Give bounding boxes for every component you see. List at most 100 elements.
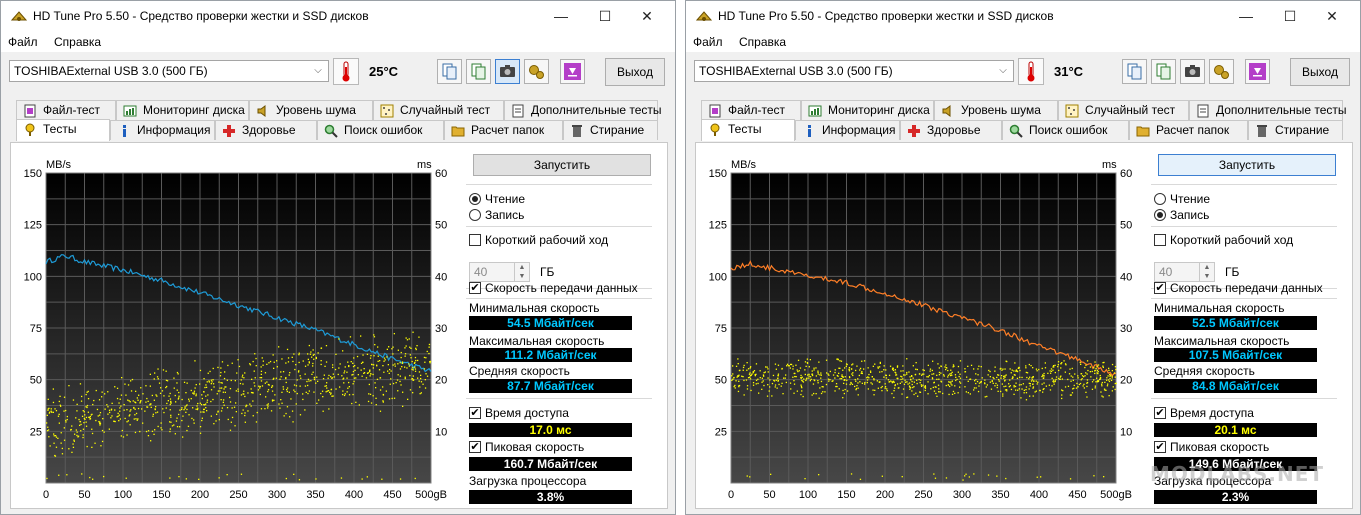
menu-help[interactable]: Справка	[54, 35, 101, 49]
access-time-point	[298, 354, 300, 356]
transfer-rate-checkbox[interactable]: ✔	[1154, 282, 1166, 294]
save-button[interactable]	[1245, 59, 1270, 84]
burst-rate-checkbox[interactable]: ✔	[1154, 441, 1166, 453]
maximize-button[interactable]: ☐	[1268, 5, 1312, 27]
tab-extra-tests[interactable]: Дополнительные тесты	[1189, 100, 1346, 120]
access-time-point	[927, 381, 929, 383]
short-stroke-spinner[interactable]: 40 ▲ ▼	[1154, 262, 1215, 282]
tab-disk-monitor[interactable]: Мониторинг диска	[116, 100, 249, 120]
access-time-point	[861, 382, 863, 384]
access-time-point	[117, 415, 119, 417]
access-time-point	[151, 394, 153, 397]
burst-rate-checkbox[interactable]: ✔	[469, 441, 481, 453]
access-time-point	[176, 426, 179, 428]
maximize-button[interactable]: ☐	[583, 5, 627, 27]
tab-file-test[interactable]: Файл-тест	[701, 100, 801, 120]
tab-extra-tests[interactable]: Дополнительные тесты	[504, 100, 661, 120]
spinner-arrows-icon[interactable]: ▲ ▼	[514, 263, 529, 281]
access-time-point	[125, 477, 127, 479]
access-time-point	[1091, 388, 1094, 390]
access-time-point	[1057, 377, 1060, 380]
access-time-point	[1115, 382, 1117, 384]
save-button[interactable]	[560, 59, 585, 84]
options-button[interactable]	[524, 59, 549, 84]
thermometer-button[interactable]	[333, 58, 359, 85]
tab-noise-level[interactable]: Уровень шума	[249, 100, 373, 120]
access-time-point	[885, 369, 887, 371]
copy-all-button[interactable]	[466, 59, 491, 84]
screenshot-button[interactable]	[1180, 59, 1205, 84]
cpu-usage-label: Загрузка процессора	[469, 474, 587, 488]
tab-erase[interactable]: Стирание	[1248, 120, 1343, 140]
tab-benchmark[interactable]: Тесты	[16, 119, 110, 141]
access-time-point	[169, 428, 171, 430]
access-time-point	[804, 373, 806, 376]
title-bar[interactable]: HD Tune Pro 5.50 - Средство проверки жес…	[686, 1, 1360, 32]
minimize-button[interactable]: —	[1224, 5, 1268, 27]
menu-help[interactable]: Справка	[739, 35, 786, 49]
access-time-point	[53, 442, 55, 444]
minimize-button[interactable]: —	[539, 5, 583, 27]
start-button[interactable]: Запустить	[1158, 154, 1336, 176]
access-time-point	[940, 380, 942, 382]
short-stroke-checkbox[interactable]	[469, 234, 481, 246]
menu-file[interactable]: Файл	[8, 35, 38, 49]
tab-noise-level[interactable]: Уровень шума	[934, 100, 1058, 120]
access-time-point	[851, 364, 853, 366]
access-time-point	[750, 366, 752, 368]
access-time-point	[923, 373, 925, 375]
read-radio[interactable]	[1154, 193, 1166, 205]
tab-info[interactable]: Информация	[795, 120, 900, 140]
access-time-point	[965, 473, 967, 475]
drive-select[interactable]: TOSHIBAExternal USB 3.0 (500 ГБ) ⌵	[694, 60, 1014, 82]
tab-health[interactable]: Здоровье	[900, 120, 1002, 140]
close-button[interactable]: ✕	[1310, 5, 1354, 27]
spinner-arrows-icon[interactable]: ▲ ▼	[1199, 263, 1214, 281]
access-time-checkbox[interactable]: ✔	[1154, 407, 1166, 419]
tab-random-access[interactable]: Случайный тест	[1058, 100, 1189, 120]
tab-file-test[interactable]: Файл-тест	[16, 100, 116, 120]
tab-info[interactable]: Информация	[110, 120, 215, 140]
start-button[interactable]: Запустить	[473, 154, 651, 176]
options-button[interactable]	[1209, 59, 1234, 84]
write-radio[interactable]	[1154, 209, 1166, 221]
max-speed-value: 111.2 Мбайт/сек	[469, 348, 632, 362]
access-time-point	[1064, 371, 1066, 373]
copy-all-button[interactable]	[1151, 59, 1176, 84]
screenshot-button[interactable]	[495, 59, 520, 84]
short-stroke-spinner[interactable]: 40 ▲ ▼	[469, 262, 530, 282]
access-time-checkbox[interactable]: ✔	[469, 407, 481, 419]
write-radio[interactable]	[469, 209, 481, 221]
tab-benchmark[interactable]: Тесты	[701, 119, 795, 141]
access-time-point	[374, 382, 376, 384]
menu-file[interactable]: Файл	[693, 35, 723, 49]
copy-info-button[interactable]	[437, 59, 462, 84]
access-time-point	[379, 389, 382, 391]
tab-folder-usage[interactable]: Расчет папок	[1129, 120, 1248, 140]
access-time-point	[1094, 387, 1096, 389]
tab-erase[interactable]: Стирание	[563, 120, 658, 140]
tab-health[interactable]: Здоровье	[215, 120, 317, 140]
access-time-point	[250, 388, 252, 390]
camera-icon	[1185, 65, 1200, 77]
tab-folder-usage[interactable]: Расчет папок	[444, 120, 563, 140]
access-time-point	[169, 403, 171, 406]
short-stroke-checkbox[interactable]	[1154, 234, 1166, 246]
thermometer-button[interactable]	[1018, 58, 1044, 85]
tab-error-scan[interactable]: Поиск ошибок	[317, 120, 444, 140]
title-bar[interactable]: HD Tune Pro 5.50 - Средство проверки жес…	[1, 1, 675, 32]
exit-button[interactable]: Выход	[1290, 58, 1350, 86]
read-radio[interactable]	[469, 193, 481, 205]
drive-select[interactable]: TOSHIBAExternal USB 3.0 (500 ГБ) ⌵	[9, 60, 329, 82]
access-time-point	[1018, 388, 1020, 390]
close-button[interactable]: ✕	[625, 5, 669, 27]
transfer-rate-checkbox[interactable]: ✔	[469, 282, 481, 294]
divider	[1151, 298, 1337, 299]
exit-button[interactable]: Выход	[605, 58, 665, 86]
copy-info-button[interactable]	[1122, 59, 1147, 84]
access-time-point	[343, 377, 345, 379]
access-time-point	[423, 356, 426, 359]
tab-random-access[interactable]: Случайный тест	[373, 100, 504, 120]
tab-disk-monitor[interactable]: Мониторинг диска	[801, 100, 934, 120]
tab-error-scan[interactable]: Поиск ошибок	[1002, 120, 1129, 140]
